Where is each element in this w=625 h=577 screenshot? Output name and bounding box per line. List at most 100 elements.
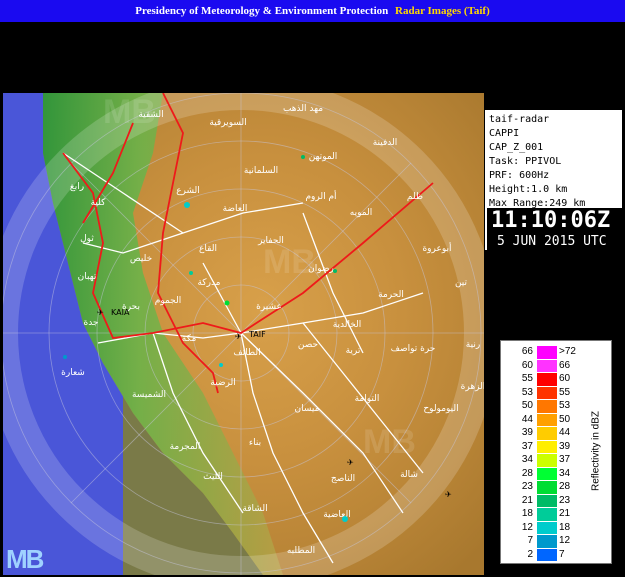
legend-row-low: 37 (521, 440, 533, 452)
place-label: جدة (83, 318, 98, 328)
place-label: ظلم (407, 192, 423, 202)
legend-row-low: 55 (521, 373, 533, 384)
place-label: حرة تواصف (391, 344, 436, 354)
place-label: تهبان (78, 272, 97, 282)
legend-row: 7 12 (501, 534, 579, 549)
place-label: الشرع (176, 186, 200, 196)
radar-map[interactable]: مهد الذهب الشفية السويرقية الدفينة الموت… (3, 93, 484, 575)
legend-swatch (537, 400, 557, 413)
airport-label: KAIA (111, 308, 130, 317)
legend-row-low: 50 (521, 400, 533, 411)
watermark: MB (103, 93, 156, 131)
place-label: شعارة (61, 368, 85, 378)
legend-row-low: 12 (521, 521, 533, 533)
airport-icon: ✈ (97, 308, 104, 317)
legend-row: 53 55 (501, 386, 579, 401)
legend-row-high: 23 (559, 494, 571, 506)
place-label: السلمانية (244, 166, 278, 176)
legend-row-low: 28 (521, 467, 533, 479)
info-line: Task: PPIVOL (489, 156, 562, 167)
info-line: PRF: 600Hz (489, 170, 550, 181)
legend-row-high: 37 (559, 454, 571, 465)
info-line: taif-radar (489, 114, 550, 125)
place-label: الشميسة (132, 390, 166, 400)
legend-swatch (537, 535, 557, 548)
legend-row-low: 23 (521, 481, 533, 492)
legend-row-high: 18 (559, 521, 571, 533)
place-label: القاع (199, 244, 217, 254)
place-label: خليص (130, 254, 152, 264)
place-label: العاضة (223, 204, 248, 214)
place-label: الليث (203, 472, 223, 482)
legend-swatch (537, 494, 557, 507)
place-label: مدركة (197, 278, 220, 288)
place-label: المطلبه (287, 546, 315, 556)
place-label: حصن (298, 340, 318, 350)
legend-row-high: 12 (559, 535, 571, 546)
legend-row: 28 34 (501, 467, 579, 482)
legend-row-low: 53 (521, 386, 533, 398)
legend-row-high: 50 (559, 413, 571, 425)
place-label: ثول (80, 234, 94, 244)
legend-swatch (537, 521, 557, 534)
legend-unit: Reflectivity in dBZ (583, 351, 609, 551)
watermark: MB (363, 423, 416, 461)
legend-row-high: 60 (559, 373, 571, 384)
legend-swatch (537, 508, 557, 521)
legend-row-low: 66 (521, 346, 533, 357)
place-label: اليومولوح (423, 404, 458, 414)
legend-swatch (537, 548, 557, 561)
legend-row-high: 44 (559, 427, 571, 438)
legend-row-low: 21 (521, 494, 533, 506)
place-label: التوامة (355, 394, 380, 404)
info-line: CAP_Z_001 (489, 142, 544, 153)
place-label: الزهرة (461, 382, 484, 392)
legend-row: 27 (501, 548, 579, 563)
legend-row-low: 60 (521, 359, 533, 371)
legend-row-high: 28 (559, 481, 571, 492)
legend-row-low: 34 (521, 454, 533, 465)
place-label: رنية (466, 340, 480, 350)
place-label: الحرمة (378, 290, 404, 300)
legend-swatch (537, 440, 557, 453)
legend-row-low: 7 (527, 535, 533, 546)
airport-icon: ✈ (347, 458, 354, 467)
place-label: مكة (182, 334, 197, 344)
legend-row-low: 39 (521, 427, 533, 438)
place-label: كلية (91, 198, 107, 208)
legend-swatch (537, 346, 557, 359)
legend-swatch (537, 467, 557, 480)
legend-row: 21 23 (501, 494, 579, 509)
legend-row-high: 66 (559, 359, 571, 371)
place-label: الخالدية (333, 320, 362, 330)
place-label: الطائف (233, 348, 260, 358)
place-label: المجرمة (170, 442, 201, 452)
legend-row-high: 53 (559, 400, 571, 411)
legend-swatch (537, 373, 557, 386)
place-label: شالة (400, 470, 418, 480)
place-label: بناء (249, 438, 261, 448)
header-title: Presidency of Meteorology & Environment … (135, 5, 389, 17)
place-label: عشيرة (256, 302, 282, 312)
timestamp-date: 5 JUN 2015 UTC (497, 234, 607, 249)
legend-row-high: 21 (559, 508, 571, 519)
info-line: CAPPI (489, 128, 520, 139)
radar-map-svg: مهد الذهب الشفية السويرقية الدفينة الموت… (3, 93, 484, 575)
legend-swatch (537, 359, 557, 372)
header-subtitle: Radar Images (Taif) (395, 5, 490, 17)
legend-swatch (537, 386, 557, 399)
legend-row: 34 37 (501, 453, 579, 468)
place-label: الدفينة (373, 138, 398, 148)
timestamp-time: 11:10:06Z (491, 208, 611, 233)
mb-logo: MB (6, 544, 44, 574)
place-label: الجموم (155, 296, 181, 306)
legend-row: 39 44 (501, 426, 579, 441)
legend-title: Reflectivity in dBZ (590, 410, 602, 492)
reflectivity-legend: 66 >72 60 66 55 60 53 55 50 53 44 50 39 44 37 39 34 37 28 3… (500, 340, 612, 564)
legend-row-high: 7 (559, 548, 565, 560)
place-label: الناصج (331, 474, 355, 484)
place-label: أم الروم (305, 190, 336, 202)
header-bar: Presidency of Meteorology & Environment … (0, 0, 625, 22)
legend-row: 23 28 (501, 480, 579, 495)
place-label: أبوعروة (422, 242, 451, 254)
